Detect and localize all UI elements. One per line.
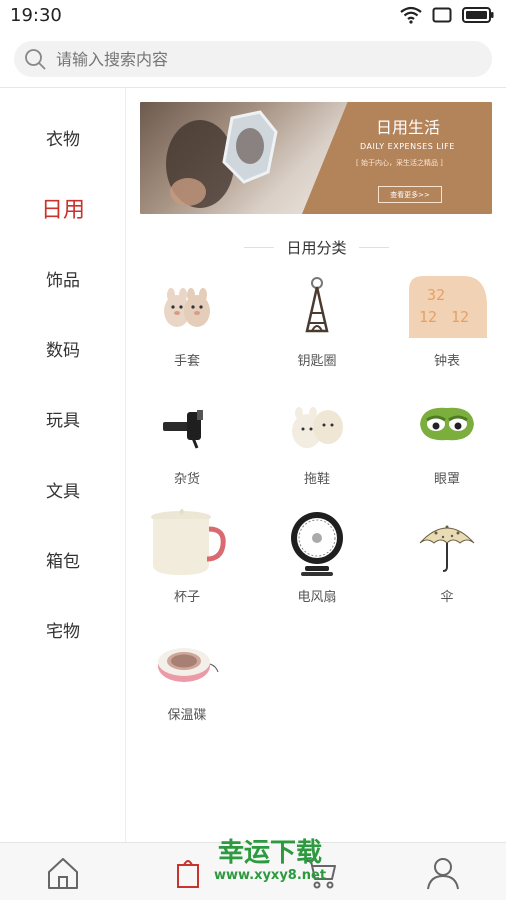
category-warmer[interactable]: 保温碟 [127, 626, 247, 736]
nav-user-button[interactable] [413, 851, 473, 895]
content-panel: 日用生活 DAILY EXPENSES LIFE [ 始于内心，采生活之精品 ]… [127, 88, 506, 842]
watermark-title: 幸运下载 [217, 838, 322, 868]
sidebar-item-stationery[interactable]: 文具 [0, 464, 126, 514]
watermark: 幸运下载 www.xyxy8.net [190, 838, 350, 894]
svg-text:12: 12 [451, 308, 469, 326]
user-icon [427, 858, 459, 890]
svg-text:32: 32 [427, 286, 445, 304]
sidebar-item-clothing[interactable]: 衣物 [0, 112, 126, 162]
category-label: 杯子 [173, 590, 200, 605]
banner-slogan: [ 始于内心，采生活之精品 ] [356, 159, 443, 167]
category-label: 眼罩 [433, 472, 460, 487]
banner-more-button[interactable]: 查看更多>> [378, 186, 442, 203]
fan-icon [282, 508, 352, 578]
search-input[interactable] [56, 49, 456, 69]
watermark-url: www.xyxy8.net [213, 868, 327, 883]
category-slippers[interactable]: 拖鞋 [257, 390, 377, 500]
warmer-icon [152, 626, 222, 696]
slippers-icon [282, 390, 352, 460]
svg-text:12: 12 [419, 308, 437, 326]
search-bar[interactable] [14, 41, 492, 77]
gadget-icon [152, 390, 222, 460]
screen-icon [432, 7, 452, 23]
banner-subtitle: DAILY EXPENSES LIFE [360, 142, 455, 151]
banner[interactable]: 日用生活 DAILY EXPENSES LIFE [ 始于内心，采生活之精品 ]… [140, 102, 492, 214]
sidebar-item-digital[interactable]: 数码 [0, 323, 126, 373]
category-keychain[interactable]: 钥匙圈 [257, 272, 377, 382]
category-label: 手套 [173, 354, 200, 369]
status-time: 19:30 [10, 5, 62, 26]
battery-icon [462, 7, 494, 23]
sidebar-item-accessories[interactable]: 饰品 [0, 253, 126, 303]
banner-title: 日用生活 [376, 118, 441, 137]
umbrella-icon [412, 508, 482, 578]
section-title: 日用分类 [286, 238, 347, 257]
sidebar-item-toys[interactable]: 玩具 [0, 393, 126, 443]
cup-icon [145, 508, 229, 578]
status-icons [400, 6, 494, 24]
category-sidebar: 衣物 日用 饰品 数码 玩具 文具 箱包 宅物 [0, 88, 126, 842]
category-fan[interactable]: 电风扇 [257, 508, 377, 618]
category-label: 伞 [440, 590, 454, 605]
category-eye-mask[interactable]: 眼罩 [387, 390, 506, 500]
category-label: 拖鞋 [303, 472, 330, 487]
category-label: 钥匙圈 [297, 354, 337, 369]
wifi-icon [400, 6, 422, 24]
category-label: 钟表 [433, 354, 460, 369]
category-label: 电风扇 [297, 590, 337, 605]
search-icon [22, 46, 48, 72]
category-clock[interactable]: 32 12 12 钟表 [387, 272, 506, 382]
category-label: 杂货 [173, 472, 200, 487]
sidebar-item-daily[interactable]: 日用 [0, 183, 126, 233]
status-bar: 19:30 [0, 0, 506, 32]
eye-mask-icon [412, 390, 482, 460]
category-cup[interactable]: 杯子 [127, 508, 247, 618]
sidebar-item-home[interactable]: 宅物 [0, 604, 126, 654]
category-gloves[interactable]: 手套 [127, 272, 247, 382]
section-header: 日用分类 [127, 236, 506, 258]
clock-icon: 32 12 12 [405, 272, 491, 342]
section-line-right [358, 246, 389, 248]
gloves-icon [152, 272, 222, 342]
nav-home-button[interactable] [33, 851, 93, 895]
section-line-left [244, 246, 275, 248]
keychain-icon [282, 272, 352, 342]
sidebar-item-bags[interactable]: 箱包 [0, 534, 126, 584]
category-umbrella[interactable]: 伞 [387, 508, 506, 618]
category-gadget[interactable]: 杂货 [127, 390, 247, 500]
home-icon [48, 858, 78, 889]
category-label: 保温碟 [167, 708, 207, 723]
